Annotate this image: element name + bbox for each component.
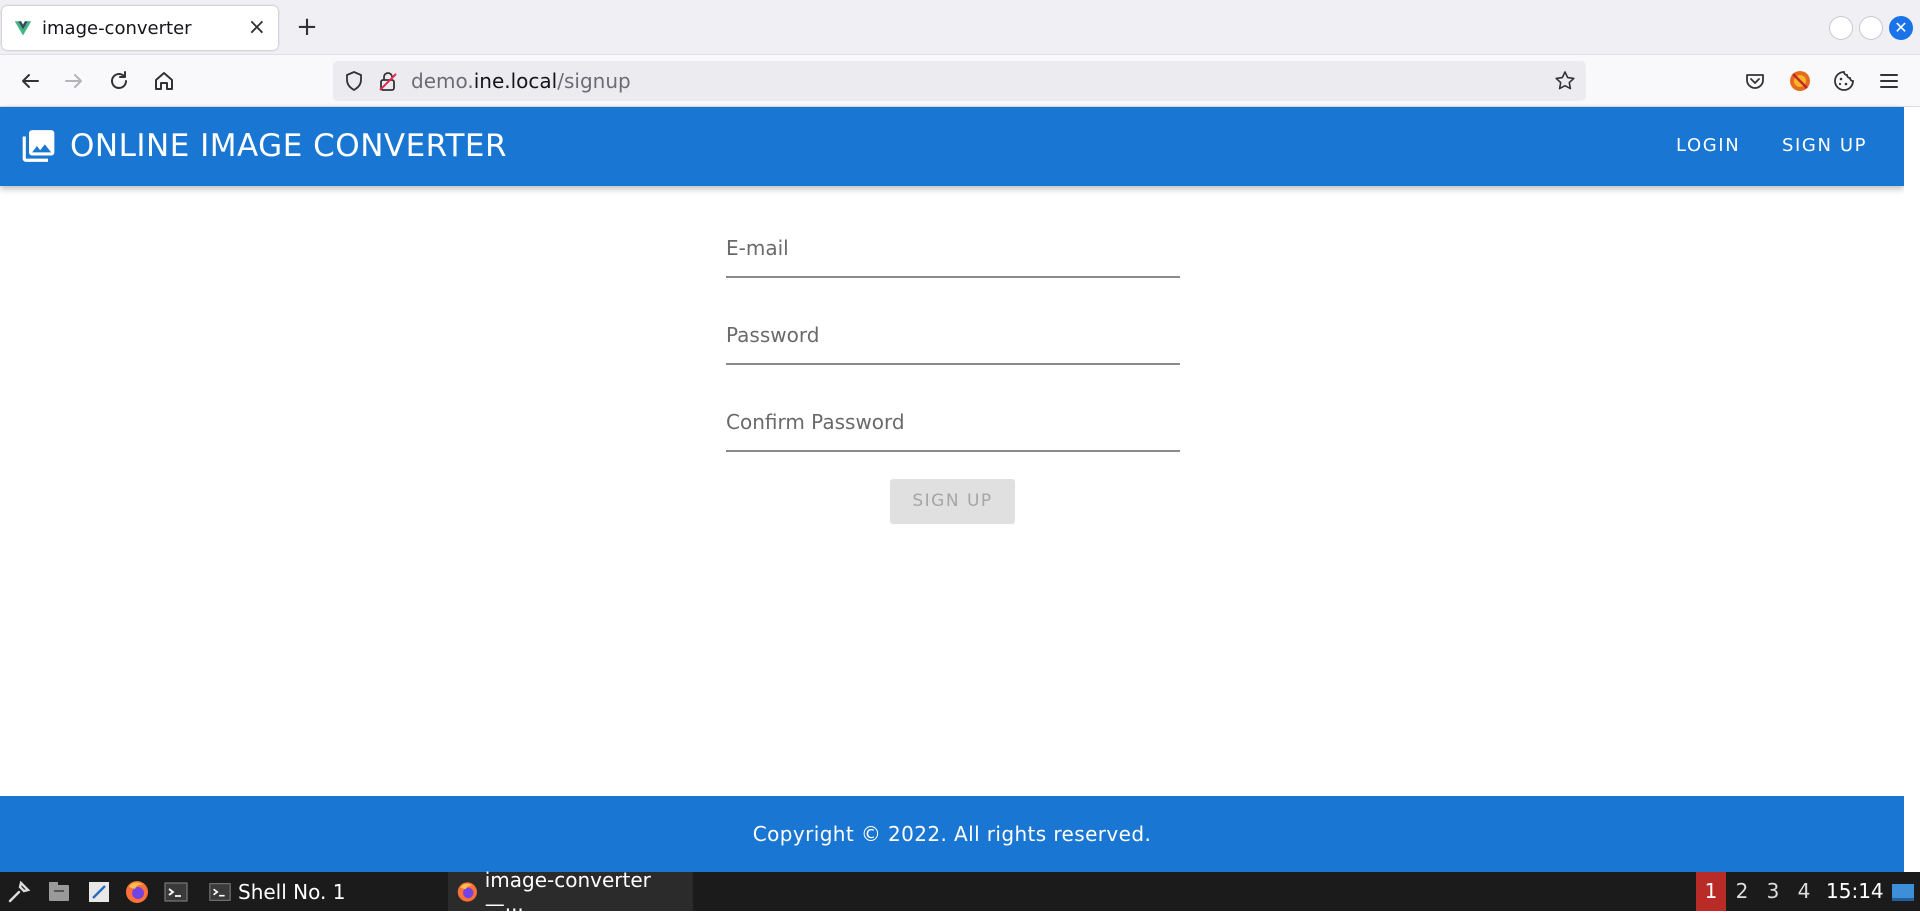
confirm-password-field[interactable]: Confirm Password — [726, 400, 1180, 452]
cookie-button[interactable] — [1828, 65, 1860, 97]
reload-icon — [111, 71, 127, 89]
forward-button[interactable] — [58, 65, 90, 97]
close-window-button[interactable]: ✕ — [1889, 16, 1913, 40]
tools-menu-icon[interactable] — [6, 879, 32, 905]
workspace-1[interactable]: 1 — [1696, 872, 1726, 911]
browser-task-label: image-converter —... — [484, 867, 651, 916]
workspace-2[interactable]: 2 — [1727, 872, 1757, 911]
nav-login-link[interactable]: LOGIN — [1670, 131, 1746, 160]
copyright-text: Copyright © 2022. All rights reserved. — [752, 822, 1152, 846]
firefox-icon — [457, 881, 477, 902]
menu-button[interactable] — [1873, 65, 1905, 97]
workspace-4[interactable]: 4 — [1789, 872, 1819, 911]
terminal-icon — [209, 882, 231, 901]
extension-icon — [1790, 71, 1810, 91]
shield-icon — [346, 71, 362, 92]
app-title: ONLINE IMAGE CONVERTER — [70, 128, 508, 164]
minimize-button[interactable] — [1829, 16, 1853, 40]
home-icon — [155, 72, 173, 90]
browser-tab[interactable]: image-converter × — [2, 6, 278, 50]
address-bar[interactable]: demo.ine.local/signup — [333, 61, 1586, 101]
pocket-icon — [1746, 74, 1764, 89]
terminal-icon[interactable] — [163, 879, 189, 905]
reload-button[interactable] — [103, 65, 135, 97]
insecure-lock-icon — [379, 72, 397, 91]
arrow-left-icon — [22, 74, 39, 88]
shell-task-label: Shell No. 1 — [238, 879, 346, 904]
password-field[interactable]: Password — [726, 313, 1180, 365]
extension-button[interactable] — [1784, 65, 1816, 97]
back-button[interactable] — [14, 65, 46, 97]
taskbar-clock: 15:14 — [1826, 879, 1884, 903]
bookmark-star-icon[interactable] — [1554, 70, 1576, 92]
file-manager-icon[interactable] — [46, 879, 72, 905]
signup-submit-button[interactable]: SIGN UP — [890, 479, 1015, 524]
maximize-button[interactable] — [1859, 16, 1883, 40]
email-label: E-mail — [726, 236, 789, 260]
page-footer: Copyright © 2022. All rights reserved. — [0, 796, 1904, 872]
home-button[interactable] — [148, 65, 180, 97]
password-label: Password — [726, 323, 820, 347]
hamburger-menu-icon — [1880, 74, 1898, 88]
firefox-icon[interactable] — [124, 879, 150, 905]
browser-tab-bar: image-converter × + ✕ — [0, 0, 1920, 55]
tab-close-button[interactable]: × — [248, 17, 266, 39]
arrow-right-icon — [65, 74, 82, 88]
browser-toolbar: demo.ine.local/signup — [0, 55, 1920, 107]
taskbar-browser-task[interactable]: image-converter —... — [448, 868, 693, 916]
tab-title: image-converter — [42, 17, 192, 39]
show-desktop-icon[interactable] — [1890, 879, 1916, 905]
page-scrollbar[interactable] — [1904, 107, 1920, 872]
workspace-3[interactable]: 3 — [1758, 872, 1788, 911]
cookie-icon — [1834, 71, 1854, 91]
email-field[interactable]: E-mail — [726, 226, 1180, 278]
app-header: ONLINE IMAGE CONVERTER LOGIN SIGN UP — [0, 107, 1904, 186]
image-library-icon — [22, 130, 55, 162]
nav-signup-link[interactable]: SIGN UP — [1776, 131, 1873, 160]
pocket-button[interactable] — [1739, 65, 1771, 97]
taskbar-shell-task[interactable]: Shell No. 1 — [200, 872, 445, 911]
vue-favicon-icon — [14, 21, 32, 36]
new-tab-button[interactable]: + — [292, 12, 322, 42]
text-editor-icon[interactable] — [86, 879, 112, 905]
url-text: demo.ine.local/signup — [411, 69, 631, 93]
os-taskbar: Shell No. 1 image-converter —... 1 2 3 4… — [0, 868, 1920, 916]
confirm-password-label: Confirm Password — [726, 410, 905, 434]
